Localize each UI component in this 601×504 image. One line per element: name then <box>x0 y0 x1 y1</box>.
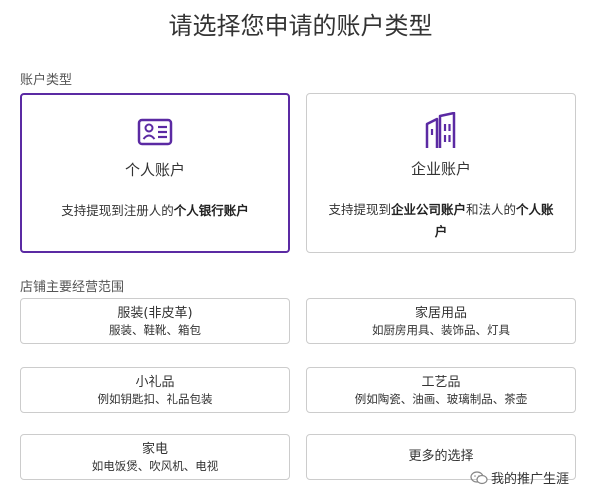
category-subtitle: 如厨房用具、装饰品、灯具 <box>372 323 510 337</box>
wechat-icon <box>470 470 488 485</box>
business-account-name: 企业账户 <box>410 160 471 178</box>
category-home-goods-button[interactable]: 家居用品 如厨房用具、装饰品、灯具 <box>306 298 576 344</box>
business-account-desc: 支持提现到企业公司账户和法人的个人账户 <box>328 202 554 239</box>
category-subtitle: 例如陶瓷、油画、玻璃制品、茶壶 <box>354 392 528 406</box>
id-card-icon <box>137 113 173 151</box>
category-title: 工艺品 <box>421 375 461 390</box>
category-gifts-button[interactable]: 小礼品 例如钥匙扣、礼品包装 <box>20 367 290 413</box>
personal-account-desc: 支持提现到注册人的个人银行账户 <box>61 203 249 218</box>
building-icon <box>423 112 459 150</box>
watermark-text: 我的推广生涯 <box>491 472 570 487</box>
category-crafts-button[interactable]: 工艺品 例如陶瓷、油画、玻璃制品、茶壶 <box>306 367 576 413</box>
watermark: 我的推广生涯 <box>470 468 569 487</box>
personal-account-name: 个人账户 <box>124 161 185 179</box>
category-appliances-button[interactable]: 家电 如电饭煲、吹风机、电视 <box>20 434 290 480</box>
personal-account-card[interactable]: 个人账户 支持提现到注册人的个人银行账户 <box>20 93 290 253</box>
category-clothing-button[interactable]: 服装(非皮革) 服装、鞋靴、箱包 <box>20 298 290 344</box>
business-scope-label: 店铺主要经营范围 <box>20 280 125 295</box>
category-subtitle: 服装、鞋靴、箱包 <box>109 323 201 337</box>
category-title: 服装(非皮革) <box>117 306 193 321</box>
category-subtitle: 例如钥匙扣、礼品包装 <box>97 392 213 406</box>
category-title: 小礼品 <box>135 375 175 390</box>
category-title: 家居用品 <box>414 306 467 321</box>
category-subtitle: 如电饭煲、吹风机、电视 <box>91 459 219 473</box>
business-account-card[interactable]: 企业账户 支持提现到企业公司账户和法人的个人账户 <box>306 93 576 253</box>
account-type-label: 账户类型 <box>20 73 73 88</box>
category-title: 家电 <box>141 442 168 457</box>
page-title: 请选择您申请的账户类型 <box>168 12 433 40</box>
